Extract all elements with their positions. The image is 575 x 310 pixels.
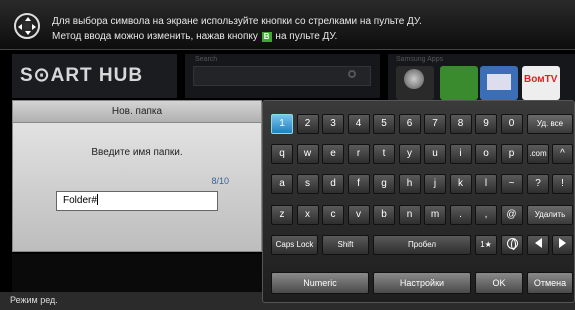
smart-hub-logo-panel: S⊙ART HUB: [12, 54, 177, 98]
key-3[interactable]: 3: [322, 114, 344, 134]
space-key[interactable]: Пробел: [373, 235, 471, 255]
key-symbol-8[interactable]: ,: [475, 205, 497, 225]
key-n[interactable]: n: [398, 205, 421, 225]
key-y[interactable]: y: [398, 144, 421, 164]
ok-button[interactable]: OK: [475, 272, 523, 294]
key-a[interactable]: a: [271, 174, 293, 194]
key-b[interactable]: b: [373, 205, 395, 225]
hub-search-label: Search: [195, 56, 218, 63]
key-e[interactable]: e: [322, 144, 344, 164]
new-folder-dialog: Нов. папка Введите имя папки. 8/10 Folde…: [12, 100, 262, 252]
key-j[interactable]: j: [424, 174, 446, 194]
dialog-prompt: Введите имя папки.: [91, 147, 183, 158]
key-symbol-9[interactable]: ~: [500, 174, 523, 194]
folder-name-input[interactable]: Folder#: [56, 191, 218, 211]
text-cursor: [96, 194, 98, 205]
app-tile-mail: [480, 66, 518, 100]
info-line-2-after: на пульте ДУ.: [275, 31, 338, 42]
key-h[interactable]: h: [398, 174, 421, 194]
numeric-button[interactable]: Numeric: [271, 272, 369, 294]
dot-com-key[interactable]: .com: [527, 144, 549, 164]
key-symbol-10[interactable]: ?: [527, 174, 549, 194]
app-tile-bomtv: ВомTV: [522, 66, 560, 100]
key-x[interactable]: x: [296, 205, 319, 225]
key-l[interactable]: l: [475, 174, 497, 194]
key-t[interactable]: t: [373, 144, 395, 164]
cursor-left-key[interactable]: [527, 235, 549, 255]
key-9[interactable]: 9: [475, 114, 497, 134]
hub-apps-label: Samsung Apps: [396, 56, 444, 63]
app-tile-bomtv-label: ВомTV: [524, 74, 558, 85]
settings-button[interactable]: Настройки: [373, 272, 471, 294]
delete-all-key[interactable]: Уд. все: [527, 114, 573, 134]
key-2[interactable]: 2: [296, 114, 319, 134]
key-g[interactable]: g: [373, 174, 395, 194]
key-1[interactable]: 1: [271, 114, 293, 134]
key-8[interactable]: 8: [449, 114, 472, 134]
key-v[interactable]: v: [347, 205, 370, 225]
key-u[interactable]: u: [424, 144, 446, 164]
key-z[interactable]: z: [271, 205, 293, 225]
arrow-left-icon: [534, 238, 542, 248]
character-counter: 8/10: [211, 176, 229, 186]
dialog-title: Нов. папка: [13, 101, 261, 123]
key-c[interactable]: c: [322, 205, 344, 225]
key-o[interactable]: o: [475, 144, 497, 164]
key-4[interactable]: 4: [347, 114, 370, 134]
hub-apps-panel: Samsung Apps ВомTV: [388, 54, 575, 100]
key-q[interactable]: q: [271, 144, 293, 164]
smart-hub-logo: S⊙ART HUB: [20, 65, 144, 86]
app-tile-2: [440, 66, 478, 100]
caps-lock-key[interactable]: Caps Lock: [271, 235, 318, 255]
key-r[interactable]: r: [347, 144, 370, 164]
key-f[interactable]: f: [347, 174, 370, 194]
language-key[interactable]: [501, 235, 523, 255]
info-line-2: Метод ввода можно изменить, нажав кнопку…: [52, 31, 337, 42]
key-5[interactable]: 5: [373, 114, 395, 134]
key-7[interactable]: 7: [424, 114, 446, 134]
shift-key[interactable]: Shift: [322, 235, 369, 255]
delete-key[interactable]: Удалить: [527, 205, 573, 225]
background-band: [12, 254, 262, 292]
hub-search-panel: Search: [185, 54, 380, 98]
info-line-2-before: Метод ввода можно изменить, нажав кнопку: [52, 31, 258, 42]
cursor-right-key[interactable]: [552, 235, 573, 255]
status-text: Режим ред.: [10, 295, 58, 305]
key-k[interactable]: k: [449, 174, 472, 194]
key-6[interactable]: 6: [398, 114, 421, 134]
key-symbol-9[interactable]: @: [500, 205, 523, 225]
key-s[interactable]: s: [296, 174, 319, 194]
cancel-button[interactable]: Отмена: [527, 272, 573, 294]
key-0[interactable]: 0: [500, 114, 523, 134]
key-w[interactable]: w: [296, 144, 319, 164]
caret-key[interactable]: ^: [552, 144, 573, 164]
b-key-icon: B: [261, 32, 272, 42]
key-d[interactable]: d: [322, 174, 344, 194]
search-icon: [348, 70, 356, 78]
key-symbol-11[interactable]: !: [552, 174, 573, 194]
key-p[interactable]: p: [500, 144, 523, 164]
symbols-key[interactable]: 1★: [475, 235, 497, 255]
info-line-1: Для выбора символа на экране используйте…: [52, 16, 422, 27]
mail-icon: [487, 74, 511, 90]
globe-icon: [506, 238, 518, 250]
key-i[interactable]: i: [449, 144, 472, 164]
folder-name-value: Folder#: [63, 195, 97, 206]
app-tile-1: [396, 66, 434, 100]
key-symbol-7[interactable]: .: [449, 205, 472, 225]
key-m[interactable]: m: [424, 205, 446, 225]
hub-search-input: [193, 66, 371, 86]
arrow-right-icon: [559, 238, 566, 248]
dpad-icon: [14, 13, 40, 39]
info-bar: Для выбора символа на экране используйте…: [0, 0, 575, 50]
